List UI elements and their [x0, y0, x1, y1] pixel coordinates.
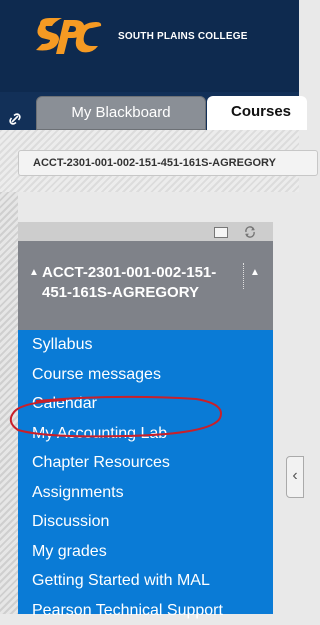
menu-item-discussion[interactable]: Discussion [18, 507, 273, 537]
refresh-icon[interactable] [243, 225, 257, 239]
course-menu-panel: ▲ ACCT-2301-001-002-151-451-161S-AGREGOR… [18, 222, 273, 614]
brand-name[interactable]: SOUTH PLAINS COLLEGE [118, 31, 248, 42]
title-divider [243, 263, 245, 289]
expand-icon[interactable]: ▲ [250, 267, 260, 278]
breadcrumb[interactable]: ACCT-2301-001-002-151-451-161S-AGREGORY [18, 150, 318, 176]
tab-my-blackboard[interactable]: My Blackboard [36, 96, 206, 130]
tab-courses[interactable]: Courses [207, 96, 307, 130]
course-menu: Syllabus Course messages Calendar My Acc… [18, 330, 273, 614]
link-icon[interactable] [8, 112, 22, 126]
collapse-handle[interactable]: ‹ [286, 456, 304, 498]
menu-item-calendar[interactable]: Calendar [18, 389, 273, 419]
menu-item-course-messages[interactable]: Course messages [18, 360, 273, 390]
course-title-bar[interactable]: ▲ ACCT-2301-001-002-151-451-161S-AGREGOR… [18, 241, 273, 330]
menu-item-my-accounting-lab[interactable]: My Accounting Lab [18, 419, 273, 449]
menu-item-syllabus[interactable]: Syllabus [18, 330, 273, 360]
course-title[interactable]: ACCT-2301-001-002-151-451-161S-AGREGORY [42, 263, 222, 303]
collapse-icon[interactable]: ▲ [29, 267, 39, 278]
menu-item-assignments[interactable]: Assignments [18, 478, 273, 508]
menu-item-getting-started[interactable]: Getting Started with MAL [18, 566, 273, 596]
left-gutter [0, 192, 18, 614]
menu-item-chapter-resources[interactable]: Chapter Resources [18, 448, 273, 478]
menu-item-pearson-support[interactable]: Pearson Technical Support [18, 596, 273, 625]
site-header: SOUTH PLAINS COLLEGE [0, 0, 299, 92]
menu-toolbar [18, 222, 273, 241]
spc-logo-icon[interactable] [32, 14, 102, 62]
menu-item-my-grades[interactable]: My grades [18, 537, 273, 567]
chevron-left-icon: ‹ [292, 467, 297, 484]
window-icon[interactable] [214, 227, 228, 238]
